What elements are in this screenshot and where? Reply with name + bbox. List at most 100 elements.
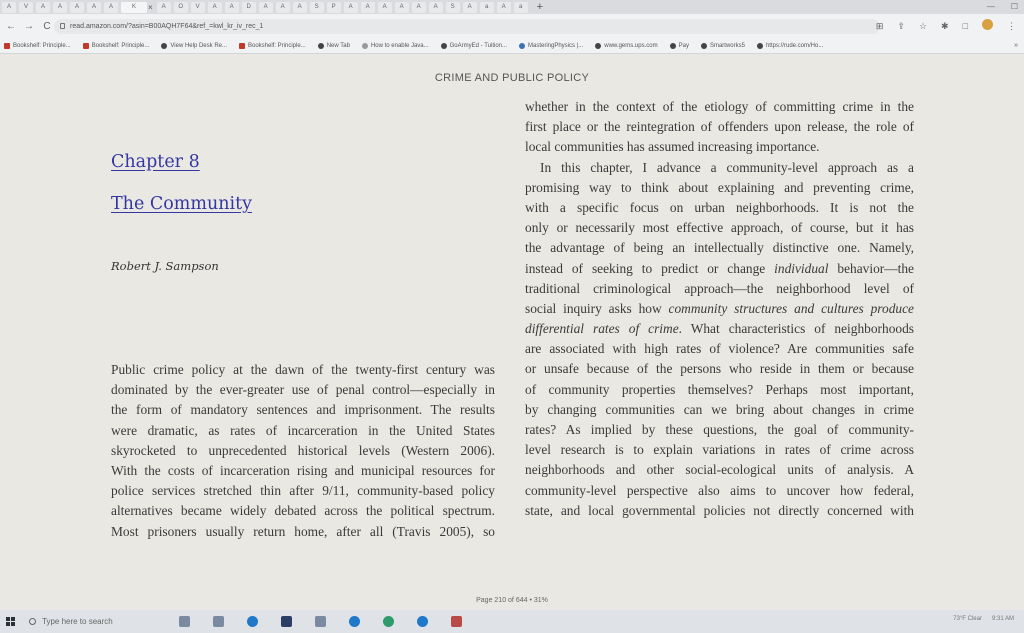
text-line: Most prisoners usually return home, afte… [111,523,495,539]
bookmark-favicon-icon [519,42,525,49]
bookmark-favicon-icon [440,42,447,49]
minimize-icon[interactable]: — [987,0,995,14]
browser-tab[interactable]: O [173,1,188,13]
chapter-author: Robert J. Sampson [111,259,219,273]
address-bar[interactable]: read.amazon.com/?asin=B00AQH7F64&ref_=kw… [54,19,880,34]
browser-tab[interactable]: V [190,1,205,13]
browser-tab[interactable]: A [104,1,118,13]
browser-tab[interactable]: A [394,1,409,13]
browser-tab[interactable]: P [326,1,341,13]
chrome-icon[interactable] [383,616,394,627]
bookmark-label: New Tab [326,42,350,49]
browser-tab[interactable]: A [462,1,477,13]
mail-icon[interactable] [315,616,326,627]
taskbar-search-input[interactable]: Type here to search [29,613,155,630]
bookmark-favicon-icon [669,42,676,49]
bookmark-item[interactable]: Bookshelf: Principle... [4,42,71,49]
bookmark-favicon-icon [756,42,763,49]
bookmark-item[interactable]: www.gems.ups.com [595,42,658,49]
bookmark-item[interactable]: https://rude.com/Ho... [756,42,823,49]
browser-tab[interactable]: K [121,1,147,13]
text-line: In this chapter, I advance a community-l… [540,159,914,175]
menu-icon[interactable]: ⋮ [1007,19,1016,33]
maximize-icon[interactable]: ☐ [1011,0,1018,14]
edge-icon[interactable] [247,616,258,627]
text-line: alternatives became widely debated acros… [111,503,495,519]
sidepanel-icon[interactable]: □ [963,19,968,33]
browser-tab[interactable]: A [343,1,358,13]
text-line: promising way to think about explaining … [525,179,914,195]
browser-tab[interactable]: A [87,1,101,13]
extensions-icon[interactable]: ✱ [941,19,949,33]
pinned-apps [179,616,462,627]
browser-tab[interactable]: A [275,1,290,13]
text-line: the form of mandatory sentences and impr… [111,402,495,418]
right-text-column: whether in the context of the etiology o… [525,97,914,521]
browser-tab[interactable]: A [207,1,222,13]
browser-tab[interactable]: A [292,1,307,13]
windows-start-icon[interactable] [6,617,15,626]
browser-tab[interactable]: A [411,1,426,13]
text-line: rates? As implied by these questions, th… [525,422,914,437]
browser-tab[interactable]: A [258,1,273,13]
taskbar: Type here to search 73°F Clear 9:31 AM [0,610,1024,633]
bookmark-favicon-icon [82,42,89,49]
taskbar-search-placeholder: Type here to search [42,617,113,626]
bookmark-favicon-icon [700,42,707,49]
browser-tab[interactable]: A [2,1,16,13]
bookmark-item[interactable]: Bookshelf: Principle... [238,42,306,49]
browser-tab[interactable]: a [513,1,528,13]
browser-tab[interactable]: A [496,1,511,13]
url-text: read.amazon.com/?asin=B00AQH7F64&ref_=kw… [70,23,264,30]
gmail-icon[interactable] [451,616,462,627]
browser-tab[interactable]: S [445,1,460,13]
bookmark-item[interactable]: New Tab [317,42,350,49]
share-icon[interactable]: ⇪ [897,19,905,33]
new-tab-button[interactable]: + [537,1,543,13]
reload-icon[interactable]: C [40,21,54,32]
app-icon[interactable] [349,616,360,627]
text-line: whether in the context of the etiology o… [525,99,914,114]
bookmark-item[interactable]: Pay [669,42,689,49]
store-icon[interactable] [281,616,292,627]
bookmark-item[interactable]: Smartworks5 [700,42,745,49]
browser-tab[interactable]: A [224,1,239,13]
task-view-icon[interactable] [179,616,190,627]
forward-icon[interactable]: → [22,21,36,32]
bookmark-item[interactable]: GoArmyEd - Tuition... [440,42,507,49]
browser-tab[interactable]: S [309,1,324,13]
text-line: With the costs of incarceration rising a… [111,462,495,478]
translate-icon[interactable]: ⊞ [876,19,884,33]
browser-tab[interactable]: A [377,1,392,13]
text-line: are associated with high rates of violen… [525,341,914,357]
browser-tab[interactable]: A [70,1,84,13]
text-line: social inquiry asks how community struct… [525,300,914,316]
browser-tab[interactable]: a [479,1,494,13]
back-icon[interactable]: ← [4,21,18,32]
star-icon[interactable]: ☆ [919,19,927,33]
browser-tab[interactable]: A [156,1,171,13]
chapter-number-link[interactable]: Chapter 8 [111,152,200,172]
bookmark-item[interactable]: MasteringPhysics |... [519,42,583,49]
bookmark-favicon-icon [317,42,324,49]
file-explorer-icon[interactable] [213,616,224,627]
clock-text[interactable]: 9:31 AM [992,616,1014,622]
bookmark-item[interactable]: View Help Desk Re... [161,42,227,49]
chapter-title-link[interactable]: The Community [111,194,252,214]
profile-avatar[interactable] [982,19,993,30]
bookmark-item[interactable]: How to enable Java... [361,42,429,49]
close-tab-icon[interactable]: × [148,3,153,12]
browser-tab[interactable]: A [36,1,50,13]
browser-tab[interactable]: A [53,1,67,13]
browser-tab[interactable]: D [241,1,256,13]
bookmark-favicon-icon [238,42,245,49]
bookmark-item[interactable]: Bookshelf: Principle... [82,42,149,49]
browser-tab[interactable]: V [19,1,33,13]
browser-tab[interactable]: A [360,1,375,13]
text-line: local communities has assumed increasing… [525,139,820,155]
page-location-status: Page 210 of 644 • 31% [476,597,548,604]
browser-tab[interactable]: A [428,1,443,13]
edge-alt-icon[interactable] [417,616,428,627]
bookmarks-more-icon[interactable]: » [1014,42,1018,49]
weather-text[interactable]: 73°F Clear [953,616,982,622]
